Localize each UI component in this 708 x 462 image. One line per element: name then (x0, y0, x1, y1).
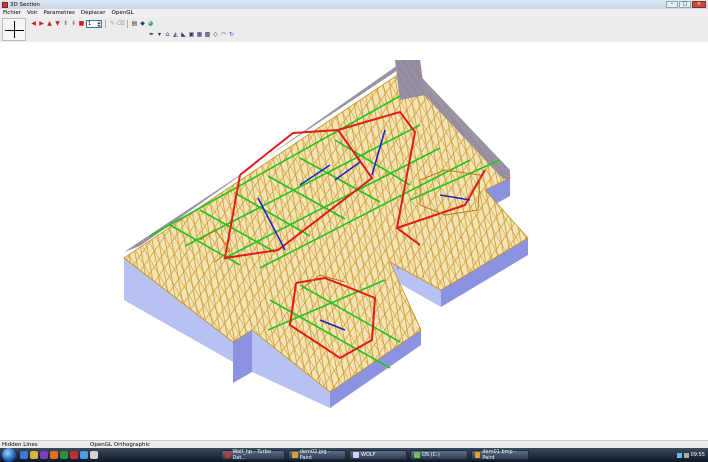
start-button[interactable] (2, 448, 16, 462)
stepper-arrows-icon[interactable]: ▴ ▾ (97, 20, 101, 27)
box-icon[interactable]: ▣ (188, 31, 195, 38)
move-left-icon[interactable]: ◀ (30, 20, 37, 27)
task-os[interactable]: OS (C:) (410, 450, 468, 460)
dropdown-icon[interactable]: ▾ (156, 31, 163, 38)
hatch-icon[interactable]: ▩ (204, 31, 211, 38)
task-wolf[interactable]: WOLF (349, 450, 407, 460)
menu-voir[interactable]: Voir (24, 10, 41, 16)
menu-bar: Fichier Voir Parametres Deplacer OpenGL (0, 9, 708, 17)
toolbar: ◀ ▶ ▲ ▼ ⬆ ⬇ ■ 1 ▴ ▾ ✎ ⌫ ▤ ◆ ◕ ✒ ▾ ⌂ ◭ ◣ ▣ … (0, 17, 708, 43)
truss-icon[interactable]: ◭ (172, 31, 179, 38)
app3-icon[interactable] (80, 451, 88, 459)
paint-icon (292, 452, 298, 458)
network-icon[interactable] (676, 452, 682, 458)
move-up-icon[interactable]: ▲ (46, 20, 53, 27)
move-down-icon[interactable]: ▼ (54, 20, 61, 27)
quick-launch (20, 451, 98, 459)
task-icon (225, 452, 231, 458)
task-paint-1[interactable]: dem02.jpg - Paint (288, 449, 346, 461)
app4-icon[interactable] (90, 451, 98, 459)
ie-icon[interactable] (20, 451, 28, 459)
task-label: OS (C:) (422, 452, 440, 458)
folder-icon (414, 452, 420, 458)
task-label: WOLF (361, 452, 376, 458)
separator (127, 19, 128, 28)
pen-icon[interactable]: ✒ (148, 31, 155, 38)
zoom-out-icon[interactable]: ⬇ (70, 20, 77, 27)
refresh-icon[interactable]: ↻ (228, 31, 235, 38)
3d-viewport[interactable] (0, 42, 708, 440)
paint-icon (475, 452, 481, 458)
pencil-icon[interactable]: ✎ (109, 20, 116, 27)
shade-icon[interactable]: ◕ (147, 20, 154, 27)
roof-covering-top (395, 60, 425, 100)
window-title: 3D Section (10, 1, 40, 8)
app2-icon[interactable] (70, 451, 78, 459)
task-paint-2[interactable]: dem01.bmp - Paint (471, 449, 529, 461)
minimize-button[interactable]: – (666, 1, 678, 8)
render-icon[interactable]: ◆ (139, 20, 146, 27)
roof-icon[interactable]: ⌂ (164, 31, 171, 38)
task-label: dem01.bmp - Paint (482, 449, 517, 461)
firefox-icon[interactable] (50, 451, 58, 459)
system-tray: 09:55 (662, 448, 708, 462)
menu-fichier[interactable]: Fichier (0, 10, 24, 16)
task-label: Wolf_hp - Turbo Dat... (232, 449, 271, 461)
task-buttons: Wolf_hp - Turbo Dat... dem02.jpg - Paint… (218, 449, 529, 461)
explorer-icon[interactable] (30, 451, 38, 459)
document-icon[interactable]: ▤ (131, 20, 138, 27)
window-controls: – □ × (666, 0, 706, 9)
toolbar-row-1: ◀ ▶ ▲ ▼ ⬆ ⬇ ■ 1 ▴ ▾ ✎ ⌫ ▤ ◆ ◕ (30, 19, 154, 28)
taskbar: Wolf_hp - Turbo Dat... dem02.jpg - Paint… (0, 448, 708, 462)
menu-deplacer[interactable]: Deplacer (78, 10, 109, 16)
diamond-icon[interactable]: ◇ (212, 31, 219, 38)
scale-stepper[interactable]: 1 ▴ ▾ (86, 19, 102, 28)
crosshair-icon[interactable] (2, 18, 26, 41)
maximize-button[interactable]: □ (679, 1, 691, 8)
media-icon[interactable] (40, 451, 48, 459)
scale-value: 1 (88, 20, 92, 27)
clock[interactable]: 09:55 (691, 452, 705, 458)
title-bar: 3D Section – □ × (0, 0, 708, 9)
app-icon[interactable] (60, 451, 68, 459)
rafters-overlay (124, 70, 528, 392)
wolf-icon (353, 452, 359, 458)
app-icon (2, 1, 8, 8)
grid-icon[interactable]: ▦ (196, 31, 203, 38)
zoom-in-icon[interactable]: ⬆ (62, 20, 69, 27)
menu-parametres[interactable]: Parametres (40, 10, 77, 16)
task-label: dem02.jpg - Paint (299, 449, 330, 461)
menu-opengl[interactable]: OpenGL (109, 10, 137, 16)
roof-timber (123, 60, 529, 393)
cube-icon[interactable]: ■ (78, 20, 85, 27)
roof-structure-drawing (123, 60, 529, 408)
arc-icon[interactable]: ◠ (220, 31, 227, 38)
move-right-icon[interactable]: ▶ (38, 20, 45, 27)
volume-icon[interactable] (683, 452, 689, 458)
task-turbo[interactable]: Wolf_hp - Turbo Dat... (221, 449, 285, 461)
toolbar-row-2: ✒ ▾ ⌂ ◭ ◣ ▣ ▦ ▩ ◇ ◠ ↻ (148, 30, 235, 39)
beam-icon[interactable]: ◣ (180, 31, 187, 38)
separator (105, 19, 106, 28)
eraser-icon[interactable]: ⌫ (116, 20, 124, 27)
close-button[interactable]: × (692, 1, 706, 8)
